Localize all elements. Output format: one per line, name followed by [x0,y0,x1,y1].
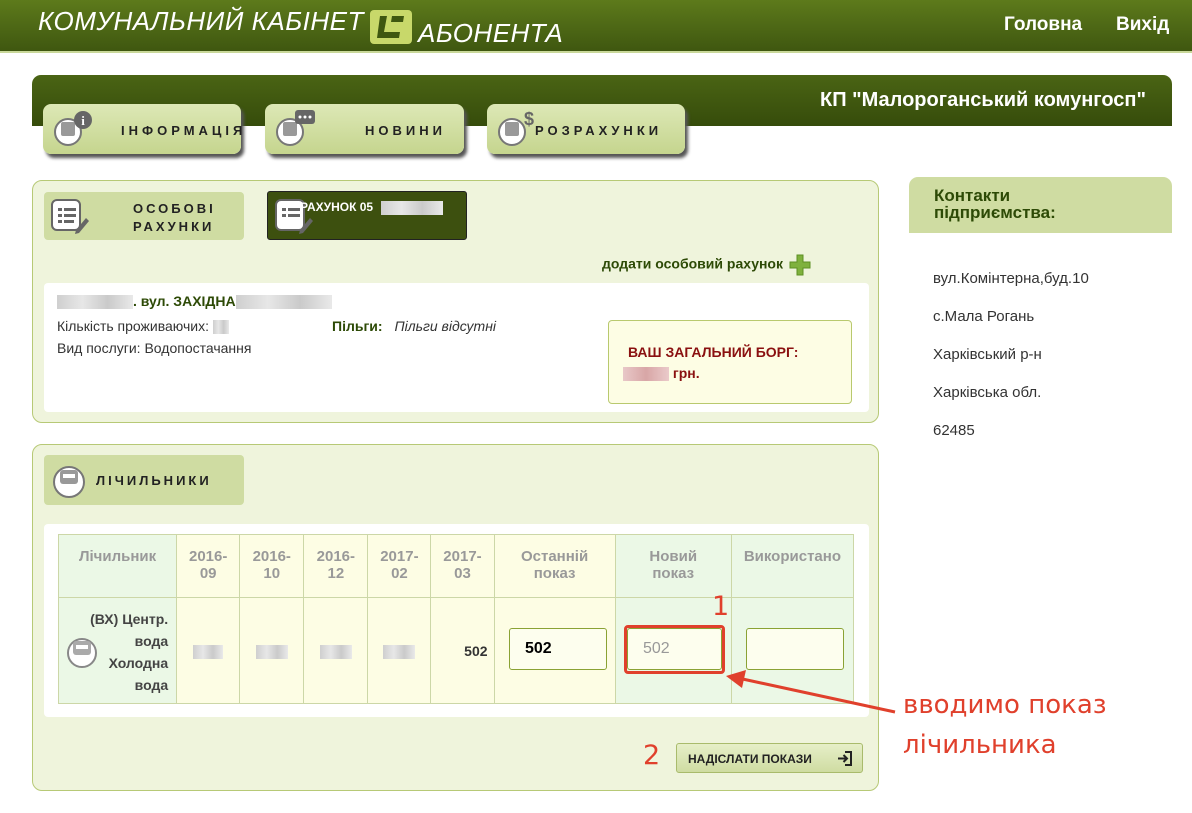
tab-information-label: ІНФОРМАЦІЯ [121,123,247,138]
col-used: Використано [730,534,855,598]
highlight-frame [624,625,725,674]
company-name: КП "Малороганський комунгосп" [820,89,1146,111]
address-redacted [57,295,133,310]
svg-text:i: i [81,113,85,128]
contacts-list: вул.Комінтерна,буд.10 с.Мала Рогань Харк… [933,260,1089,450]
logo-text-2: АБОНЕНТА [418,18,564,48]
nav-home-link[interactable]: Головна [1004,14,1082,36]
meter-name-line: Холодна [108,655,169,671]
contacts-title: Контакти підприємства: [934,186,1056,222]
contact-street: вул.Комінтерна,буд.10 [933,270,1089,287]
col-meter: Лічильник [57,534,178,598]
payments-icon: $ [498,109,534,146]
account-number-redacted [381,201,443,215]
step-2-marker: 2 [643,740,661,771]
meter-name: (ВХ) Центр. вода Холодна вода [90,608,168,696]
tab-news[interactable]: НОВИНИ [265,104,464,154]
last-reading-field[interactable]: 502 [509,628,607,670]
hint-line-1: вводимо показ [903,690,1107,720]
submit-label: НАДІСЛАТИ ПОКАЗИ [688,752,812,766]
personal-accounts-line1: ОСОБОВІ [133,201,216,216]
col-2017-03: 2017- 03 [430,534,495,598]
tab-payments[interactable]: $ РОЗРАХУНКИ [487,104,685,154]
meters-panel: ЛІЧИЛЬНИКИ Лічильник 2016- 09 2016- 10 201… [32,444,879,791]
reading-2016-10 [239,597,305,704]
account-tab[interactable]: РАХУНОК 05 [267,191,467,240]
benefits-label: Пільги: [332,318,383,334]
reading-2016-09 [176,597,241,704]
hint-line-2: лічильника [903,730,1057,760]
debt-box: ВАШ ЗАГАЛЬНИЙ БОРГ: грн. [608,320,852,404]
col-2017-02: 2017- 02 [367,534,432,598]
tab-information[interactable]: i ІНФОРМАЦІЯ [43,104,242,154]
top-header: КОМУНАЛЬНИЙ КАБІНЕТ АБОНЕНТА Головна Вих… [0,0,1192,53]
tab-news-label: НОВИНИ [365,123,446,138]
service-value: Водопостачання [144,340,252,356]
step-1-marker: 1 [712,591,730,622]
col-new-reading: Новий показ [614,534,732,598]
nav-exit-link[interactable]: Вихід [1116,14,1169,36]
document-edit-icon [51,199,89,234]
debt-label: ВАШ ЗАГАЛЬНИЙ БОРГ: [628,344,799,360]
service-label: Вид послуги: [57,340,141,356]
col-2016-12: 2016- 12 [303,534,369,598]
contact-village: с.Мала Рогань [933,308,1035,325]
logo-text-1: КОМУНАЛЬНИЙ КАБІНЕТ [38,6,364,36]
plus-icon [789,254,811,276]
meters-tab[interactable]: ЛІЧИЛЬНИКИ [44,455,244,505]
meters-title: ЛІЧИЛЬНИКИ [96,473,212,488]
add-account-link[interactable]: додати особовий рахунок [602,254,811,276]
meter-name-line: вода [134,677,169,693]
col-last-reading: Останній показ [493,534,616,598]
accounts-panel: ОСОБОВІ РАХУНКИ РАХУНОК 05 додати особов… [32,180,879,423]
residents-label: Кількість проживаючих: [57,318,210,334]
sign-in-icon [838,751,852,766]
contact-postcode: 62485 [933,422,975,439]
meter-name-line: (ВХ) Центр. [90,611,169,627]
address-redacted-2 [235,295,332,310]
annotation-arrow [726,670,896,714]
meter-name-line: вода [134,633,169,649]
svg-text:$: $ [524,109,534,129]
service-row: Вид послуги: Водопостачання [57,340,251,356]
logo-mark-icon [370,10,412,44]
account-number: РАХУНОК 05 [300,200,374,214]
col-2016-09: 2016- 09 [176,534,241,598]
submit-readings-button[interactable]: НАДІСЛАТИ ПОКАЗИ [676,743,863,773]
reading-2016-12 [303,597,369,704]
contact-region: Харківська обл. [933,384,1042,401]
debt-redacted [623,367,669,382]
personal-accounts-tab[interactable]: ОСОБОВІ РАХУНКИ [44,192,244,240]
reading-2017-03: 502 [430,597,495,704]
residents-redacted [212,320,229,335]
col-2016-10: 2016- 10 [239,534,305,598]
account-details: . вул. ЗАХІДНА Кількість проживаючих: Пі… [44,283,869,412]
news-icon [276,110,315,146]
benefits-row: Пільги: Пільги відсутні [332,318,496,334]
contacts-header: Контакти підприємства: [909,177,1172,233]
contact-district: Харківський р-н [933,346,1042,363]
address-text: . вул. ЗАХІДНА [133,293,236,309]
tab-payments-label: РОЗРАХУНКИ [535,123,663,138]
benefits-value: Пільги відсутні [394,318,497,334]
add-account-label: додати особовий рахунок [602,255,783,272]
info-icon: i [54,111,92,146]
account-address: . вул. ЗАХІДНА [57,293,332,310]
meter-icon [53,466,85,498]
debt-amount: грн. [623,365,700,382]
meter-name-cell: (ВХ) Центр. вода Холодна вода [57,597,178,704]
personal-accounts-line2: РАХУНКИ [133,219,215,234]
reading-2017-02 [367,597,432,704]
residents-row: Кількість проживаючих: [57,318,229,335]
debt-currency: грн. [672,365,700,381]
